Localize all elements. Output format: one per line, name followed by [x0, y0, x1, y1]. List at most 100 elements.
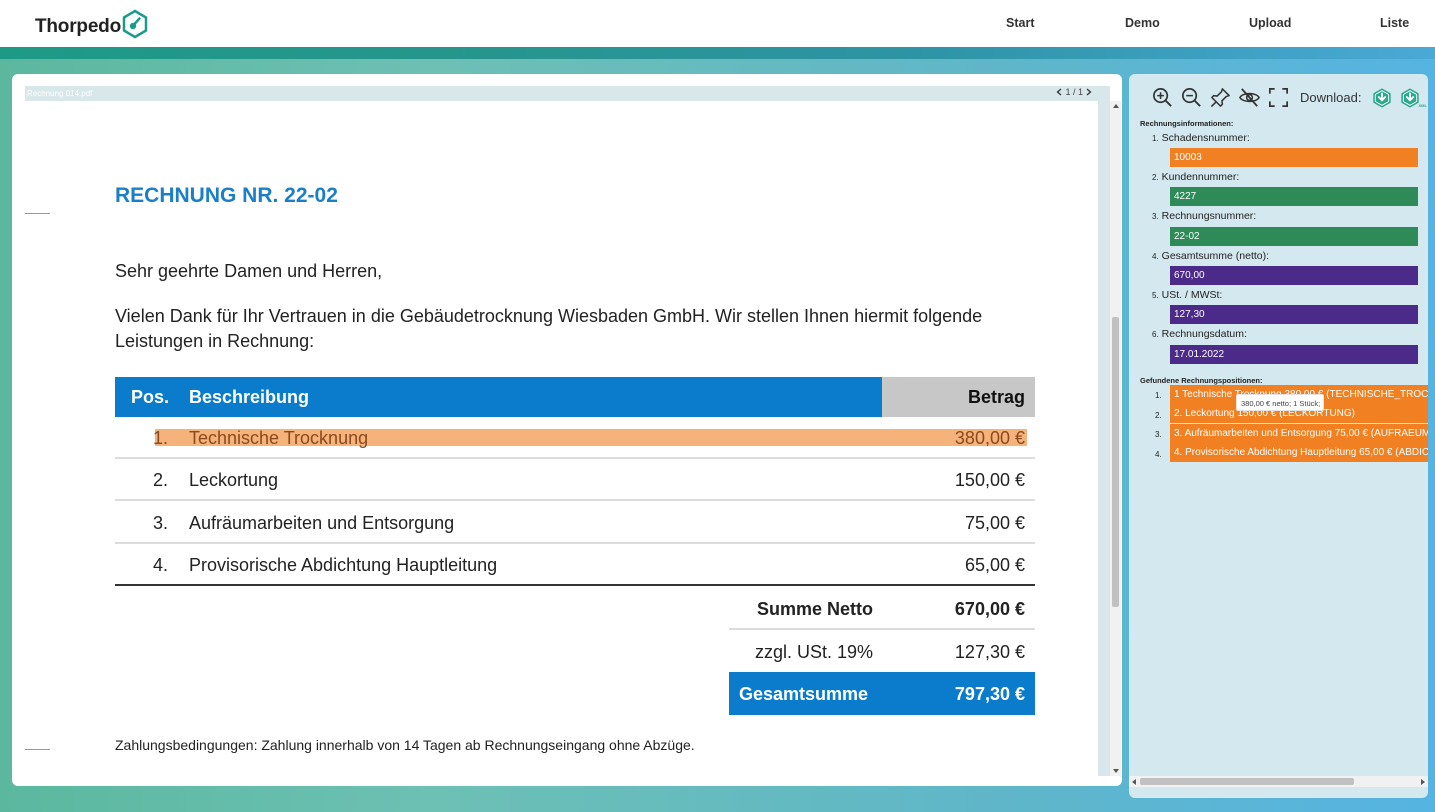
top-header: Thorpedo Start Demo Upload Liste	[0, 0, 1435, 47]
download-label: Download:	[1300, 90, 1362, 105]
position-num: 1.	[1155, 391, 1162, 400]
zoom-out-icon[interactable]	[1180, 86, 1203, 109]
field-value-gesamtsumme[interactable]: 670,00	[1170, 266, 1418, 285]
row-description: Aufräumarbeiten und Entsorgung	[189, 513, 455, 533]
position-item[interactable]: 3. Aufräumarbeiten und Entsorgung 75,00 …	[1170, 424, 1428, 443]
pdf-viewer-panel: Rechnung 014.pdf 1 / 1 RECHNUNG NR. 22-0…	[12, 74, 1122, 786]
pdf-page: RECHNUNG NR. 22-02 Sehr geehrte Damen un…	[25, 101, 1098, 776]
field-label-text: Gesamtsumme (netto):	[1161, 250, 1270, 262]
pin-icon[interactable]	[1209, 86, 1232, 109]
eye-off-icon[interactable]	[1238, 86, 1261, 109]
table-row: 4. Provisorische Abdichtung Hauptleitung…	[115, 544, 1035, 586]
field-label-rechnungsnummer: 3. Rechnungsnummer:	[1152, 210, 1256, 222]
nav-demo[interactable]: Demo	[1125, 16, 1160, 30]
scrollbar-thumb[interactable]	[1112, 317, 1119, 607]
field-value-rechnungsnummer[interactable]: 22-02	[1170, 227, 1418, 246]
invoice-title: RECHNUNG NR. 22-02	[115, 184, 338, 207]
field-num: 4.	[1152, 252, 1159, 261]
field-label-gesamtsumme: 4. Gesamtsumme (netto):	[1152, 250, 1269, 262]
page-indicator: 1 / 1	[1065, 87, 1083, 97]
field-label-text: Rechnungsnummer:	[1161, 210, 1257, 222]
logo-text: Thorpedo	[35, 15, 121, 37]
nav-liste[interactable]: Liste	[1380, 16, 1409, 30]
position-num: 4.	[1155, 450, 1162, 459]
table-header: Pos. Beschreibung Betrag	[115, 377, 1035, 417]
field-num: 1.	[1152, 134, 1159, 143]
fullscreen-icon[interactable]	[1267, 86, 1290, 109]
position-tooltip: 380,00 € netto; 1 Stück;	[1236, 394, 1324, 411]
scroll-up-icon[interactable]	[1113, 104, 1119, 108]
row-pos: 2.	[153, 470, 169, 490]
vat-value: 127,30 €	[954, 642, 1025, 662]
field-label-text: Rechnungsdatum:	[1161, 328, 1247, 340]
row-amount: 65,00 €	[964, 555, 1025, 575]
field-label-text: Schadensnummer:	[1161, 132, 1250, 144]
row-pos: 4.	[153, 555, 169, 575]
summary-net-row: Summe Netto 670,00 €	[729, 587, 1035, 630]
field-value-rechnungsdatum[interactable]: 17.01.2022	[1170, 345, 1418, 364]
logo[interactable]: Thorpedo	[35, 9, 149, 44]
field-num: 5.	[1152, 291, 1159, 300]
field-num: 3.	[1152, 212, 1159, 221]
extraction-horizontal-scrollbar[interactable]	[1129, 776, 1428, 787]
header-amount: Betrag	[967, 387, 1025, 407]
xml-tag: XML	[1418, 102, 1427, 108]
payment-terms: Zahlungsbedingungen: Zahlung innerhalb v…	[115, 737, 695, 753]
field-label-text: Kundennummer:	[1161, 171, 1240, 183]
invoice-intro: Vielen Dank für Ihr Vertrauen in die Geb…	[115, 306, 983, 351]
field-value-kundennummer[interactable]: 4227	[1170, 187, 1418, 206]
field-label-kundennummer: 2. Kundennummer:	[1152, 171, 1239, 183]
row-amount: 380,00 €	[954, 428, 1025, 448]
positions-section-title: Gefundene Rechnungspositionen:	[1140, 376, 1263, 385]
margin-mark	[25, 213, 50, 214]
position-num: 3.	[1155, 430, 1162, 439]
nav-start[interactable]: Start	[1006, 16, 1034, 30]
field-label-text: USt. / MWSt:	[1161, 289, 1223, 301]
table-row: 1. Technische Trocknung 380,00 €	[115, 417, 1035, 459]
row-pos: 3.	[153, 513, 169, 533]
scrollbar-thumb[interactable]	[1140, 778, 1354, 785]
field-num: 2.	[1152, 173, 1159, 182]
row-description: Technische Trocknung	[189, 428, 369, 448]
net-value: 670,00 €	[954, 599, 1025, 619]
zoom-in-icon[interactable]	[1151, 86, 1174, 109]
scroll-left-icon[interactable]	[1132, 779, 1136, 785]
pdf-filename: Rechnung 014.pdf	[27, 89, 93, 98]
row-pos: 1.	[153, 428, 169, 448]
chevron-left-icon[interactable]	[1056, 88, 1062, 96]
download-xml-icon[interactable]: XML	[1399, 87, 1427, 109]
position-item[interactable]: 4. Provisorische Abdichtung Hauptleitung…	[1170, 443, 1428, 462]
field-value-schadensnummer[interactable]: 10003	[1170, 148, 1418, 167]
field-label-ust: 5. USt. / MWSt:	[1152, 289, 1222, 301]
total-label: Gesamtsumme	[739, 684, 869, 704]
field-label-rechnungsdatum: 6. Rechnungsdatum:	[1152, 328, 1247, 340]
summary-vat-row: zzgl. USt. 19% 127,30 €	[729, 630, 1035, 673]
logo-hexagon-icon	[121, 9, 149, 44]
net-label: Summe Netto	[756, 599, 873, 619]
vat-label: zzgl. USt. 19%	[754, 642, 873, 662]
scroll-right-icon[interactable]	[1421, 779, 1425, 785]
pdf-vertical-scrollbar[interactable]	[1110, 101, 1121, 776]
extraction-toolbar: Download: XML	[1151, 86, 1427, 109]
table-row: 2. Leckortung 150,00 €	[115, 459, 1035, 501]
extraction-panel: Download: XML Rechnungsinformationen: 1.…	[1129, 74, 1428, 798]
header-accent-bar	[0, 47, 1435, 59]
field-value-ust[interactable]: 127,30	[1170, 305, 1418, 324]
row-amount: 75,00 €	[964, 513, 1025, 533]
field-num: 6.	[1152, 330, 1159, 339]
download-json-icon[interactable]	[1371, 87, 1393, 109]
row-amount: 150,00 €	[954, 470, 1025, 490]
nav-upload[interactable]: Upload	[1249, 16, 1291, 30]
position-num: 2.	[1155, 411, 1162, 420]
table-row: 3. Aufräumarbeiten und Entsorgung 75,00 …	[115, 502, 1035, 544]
total-value: 797,30 €	[954, 684, 1025, 704]
invoice-greeting: Sehr geehrte Damen und Herren,	[115, 261, 383, 281]
row-description: Provisorische Abdichtung Hauptleitung	[189, 555, 498, 575]
info-section-title: Rechnungsinformationen:	[1140, 119, 1234, 128]
scroll-down-icon[interactable]	[1113, 769, 1119, 773]
summary-total-row: Gesamtsumme 797,30 €	[729, 672, 1035, 715]
field-label-schadensnummer: 1. Schadensnummer:	[1152, 132, 1250, 144]
chevron-right-icon[interactable]	[1086, 88, 1092, 96]
header-description: Beschreibung	[189, 387, 310, 407]
header-pos: Pos.	[131, 387, 170, 407]
